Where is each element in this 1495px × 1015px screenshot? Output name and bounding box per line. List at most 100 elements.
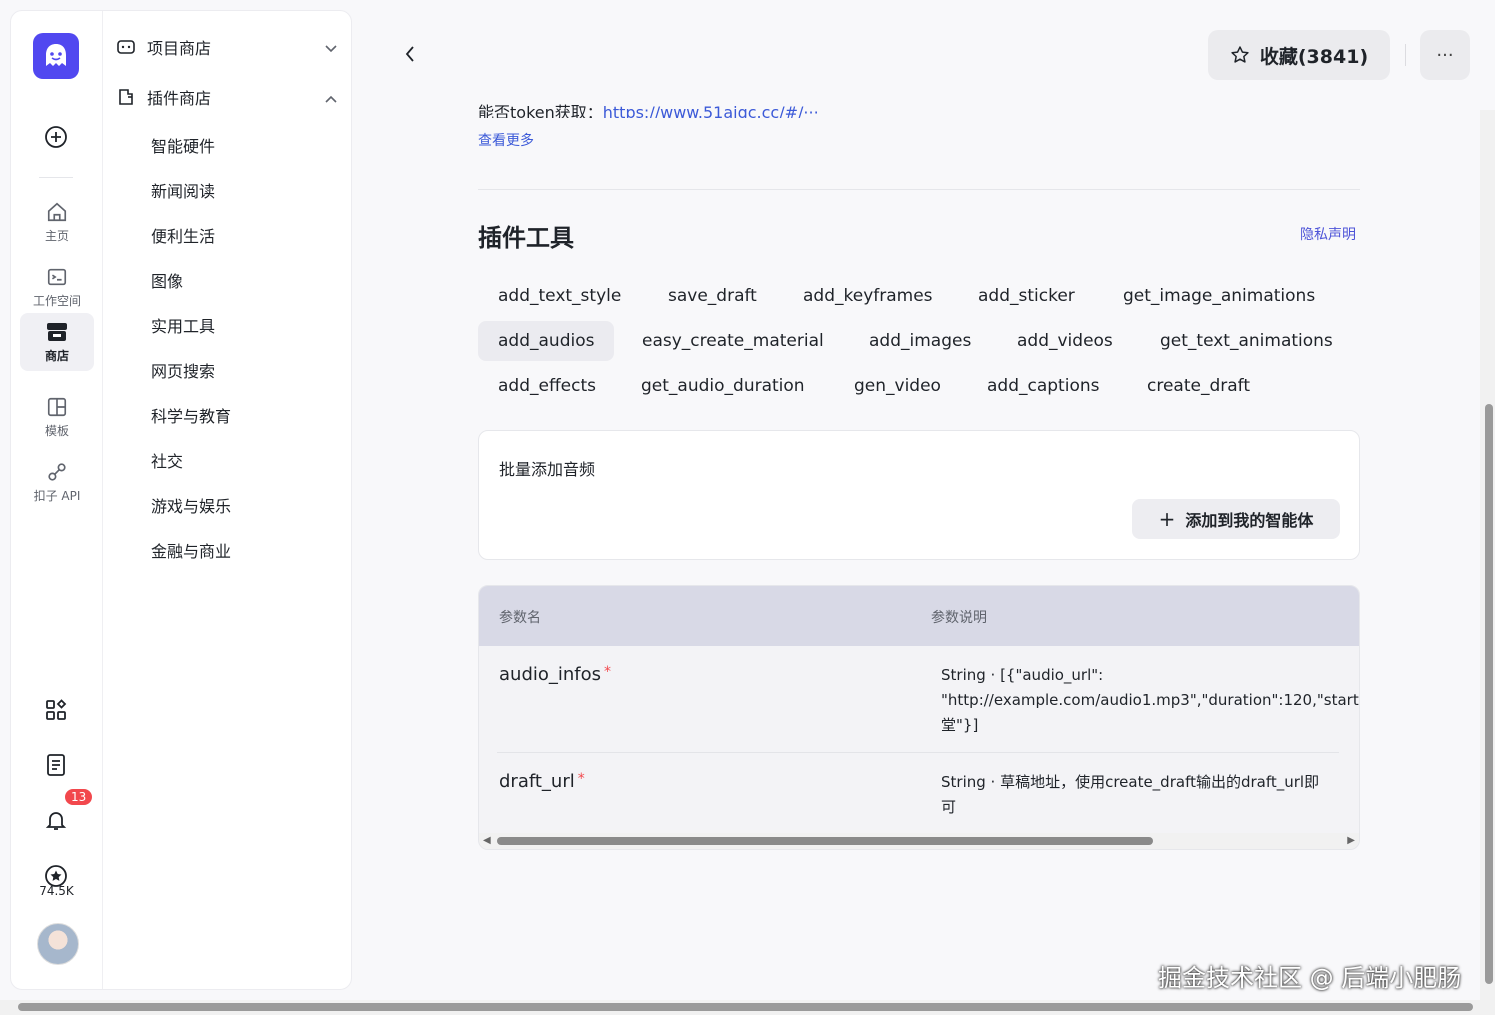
nav-rail: 主页 工作空间 商店 模板 扣子 API 13 74.5K xyxy=(11,11,103,989)
nav-store-label: 商店 xyxy=(44,348,69,363)
tool-tab[interactable]: get_image_animations xyxy=(1103,276,1335,316)
see-more-link[interactable]: 查看更多 xyxy=(478,130,534,150)
add-to-agent-button[interactable]: + 添加到我的智能体 xyxy=(1132,499,1340,539)
params-table: 参数名 参数说明 audio_infos * String · [{"audio_… xyxy=(478,585,1360,850)
intro-text: 能否token获取：https://www.51aigc.cc/#/··· xyxy=(478,98,819,118)
tool-tab[interactable]: create_draft xyxy=(1127,366,1270,406)
api-link-icon xyxy=(48,462,66,481)
tool-tab[interactable]: add_sticker xyxy=(958,276,1095,316)
param-name: audio_infos * xyxy=(499,664,611,685)
nav-templates-label: 模板 xyxy=(44,423,69,438)
menu-category-item[interactable]: 便利生活 xyxy=(151,223,215,247)
nav-api[interactable]: 扣子 API xyxy=(20,453,94,511)
tool-tab[interactable]: add_videos xyxy=(997,321,1133,361)
chevron-up-icon xyxy=(325,88,337,107)
required-marker: * xyxy=(604,664,612,680)
docs-button[interactable] xyxy=(37,746,75,784)
store-icon xyxy=(47,322,67,341)
page-horizontal-scrollbar[interactable] xyxy=(0,1000,1495,1015)
tool-tab[interactable]: add_effects xyxy=(478,366,616,406)
menu-category-item[interactable]: 智能硬件 xyxy=(151,133,215,157)
intro-text-prefix: 能否token获取： xyxy=(478,103,603,118)
ghost-logo-icon xyxy=(46,44,66,66)
param-desc-line: "http://example.com/audio1.mp3","duratio… xyxy=(941,691,1360,709)
tool-description: 批量添加音频 xyxy=(499,460,596,479)
menu-category-item[interactable]: 社交 xyxy=(151,448,183,472)
plus-icon: + xyxy=(1158,507,1176,531)
notification-badge: 13 xyxy=(63,787,95,807)
nav-home[interactable]: 主页 xyxy=(20,193,94,251)
plugin-icon xyxy=(117,88,137,106)
menu-category-item[interactable]: 新闻阅读 xyxy=(151,178,215,202)
page-vertical-scrollbar[interactable] xyxy=(1480,110,1495,1000)
section-divider xyxy=(478,189,1360,190)
page-scroll-thumb[interactable] xyxy=(1485,404,1493,984)
menu-category-item[interactable]: 科学与教育 xyxy=(151,403,231,427)
user-avatar[interactable] xyxy=(37,923,79,965)
tool-tab[interactable]: save_draft xyxy=(648,276,777,316)
add-to-agent-label: 添加到我的智能体 xyxy=(1185,511,1314,530)
apps-button[interactable] xyxy=(37,691,75,729)
tool-tab[interactable]: get_audio_duration xyxy=(621,366,825,406)
tool-tab[interactable]: add_captions xyxy=(967,366,1119,406)
robot-icon xyxy=(117,39,137,55)
plus-circle-icon xyxy=(45,126,67,148)
favorite-button[interactable]: 收藏(3841) xyxy=(1208,30,1390,80)
params-table-header: 参数名 参数说明 xyxy=(479,586,1359,646)
tool-tab[interactable]: easy_create_material xyxy=(622,321,844,361)
scroll-left-arrow-icon[interactable]: ◀ xyxy=(483,835,491,846)
nav-templates[interactable]: 模板 xyxy=(20,388,94,446)
more-dots-icon: ··· xyxy=(1436,44,1454,66)
table-scroll-thumb[interactable] xyxy=(497,837,1153,845)
page-hscroll-thumb[interactable] xyxy=(18,1003,1473,1011)
template-grid-icon xyxy=(47,397,67,416)
tool-tab-active[interactable]: add_audios xyxy=(478,321,615,361)
bell-icon xyxy=(45,812,67,830)
menu-plugin-store-label: 插件商店 xyxy=(147,89,212,108)
scroll-right-arrow-icon[interactable]: ▶ xyxy=(1347,835,1355,846)
tool-detail-card: 批量添加音频 + 添加到我的智能体 xyxy=(478,430,1360,560)
param-name-header: 参数名 xyxy=(499,610,541,626)
tool-tab[interactable]: add_keyframes xyxy=(783,276,953,316)
param-description: String · 草稿地址，使用create_draft输出的draft_url… xyxy=(941,770,1319,820)
required-marker: * xyxy=(577,771,585,787)
param-desc-header: 参数说明 xyxy=(931,610,987,626)
favorites-count: 74.5K xyxy=(39,884,74,898)
back-button[interactable] xyxy=(396,40,424,68)
left-panel: 主页 工作空间 商店 模板 扣子 API 13 74.5K 项目商店 插件商店 … xyxy=(10,10,352,990)
home-icon xyxy=(47,202,67,221)
menu-project-store[interactable]: 项目商店 xyxy=(117,29,337,65)
table-horizontal-scrollbar[interactable]: ◀ ▶ xyxy=(479,833,1359,849)
nav-store[interactable]: 商店 xyxy=(20,313,94,371)
coze-logo[interactable] xyxy=(33,33,79,79)
nav-workspace[interactable]: 工作空间 xyxy=(20,258,94,316)
param-desc-line: String · [{"audio_url": xyxy=(941,666,1104,684)
menu-category-item[interactable]: 网页搜索 xyxy=(151,358,215,382)
menu-category-item[interactable]: 游戏与娱乐 xyxy=(151,493,231,517)
nav-api-label: 扣子 API xyxy=(33,488,81,503)
document-icon xyxy=(47,754,65,776)
privacy-link[interactable]: 隐私声明 xyxy=(1300,224,1356,244)
apps-grid-icon xyxy=(46,699,67,720)
menu-category-item[interactable]: 实用工具 xyxy=(151,313,215,337)
nav-workspace-label: 工作空间 xyxy=(32,293,81,308)
intro-link[interactable]: https://www.51aigc.cc/#/··· xyxy=(603,103,819,118)
tool-tab[interactable]: add_text_style xyxy=(478,276,641,316)
nav-home-label: 主页 xyxy=(44,228,69,243)
param-desc-line: 可 xyxy=(941,798,957,816)
more-button[interactable]: ··· xyxy=(1420,30,1470,80)
tool-tab[interactable]: gen_video xyxy=(834,366,961,406)
tool-tab[interactable]: get_text_animations xyxy=(1140,321,1353,361)
menu-category-item[interactable]: 图像 xyxy=(151,268,183,292)
menu-category-item[interactable]: 金融与商业 xyxy=(151,538,231,562)
row-divider xyxy=(497,752,1339,753)
notifications-button[interactable] xyxy=(37,801,75,839)
create-button[interactable] xyxy=(37,118,75,156)
param-name-text: audio_infos xyxy=(499,664,602,685)
param-name-text: draft_url xyxy=(499,771,575,792)
chevron-down-icon xyxy=(325,38,337,57)
header-divider xyxy=(1405,44,1406,66)
menu-plugin-store[interactable]: 插件商店 xyxy=(117,79,337,115)
tool-tab[interactable]: add_images xyxy=(849,321,991,361)
store-menu: 项目商店 插件商店 智能硬件 新闻阅读 便利生活 图像 实用工具 网页搜索 科学… xyxy=(103,11,352,989)
